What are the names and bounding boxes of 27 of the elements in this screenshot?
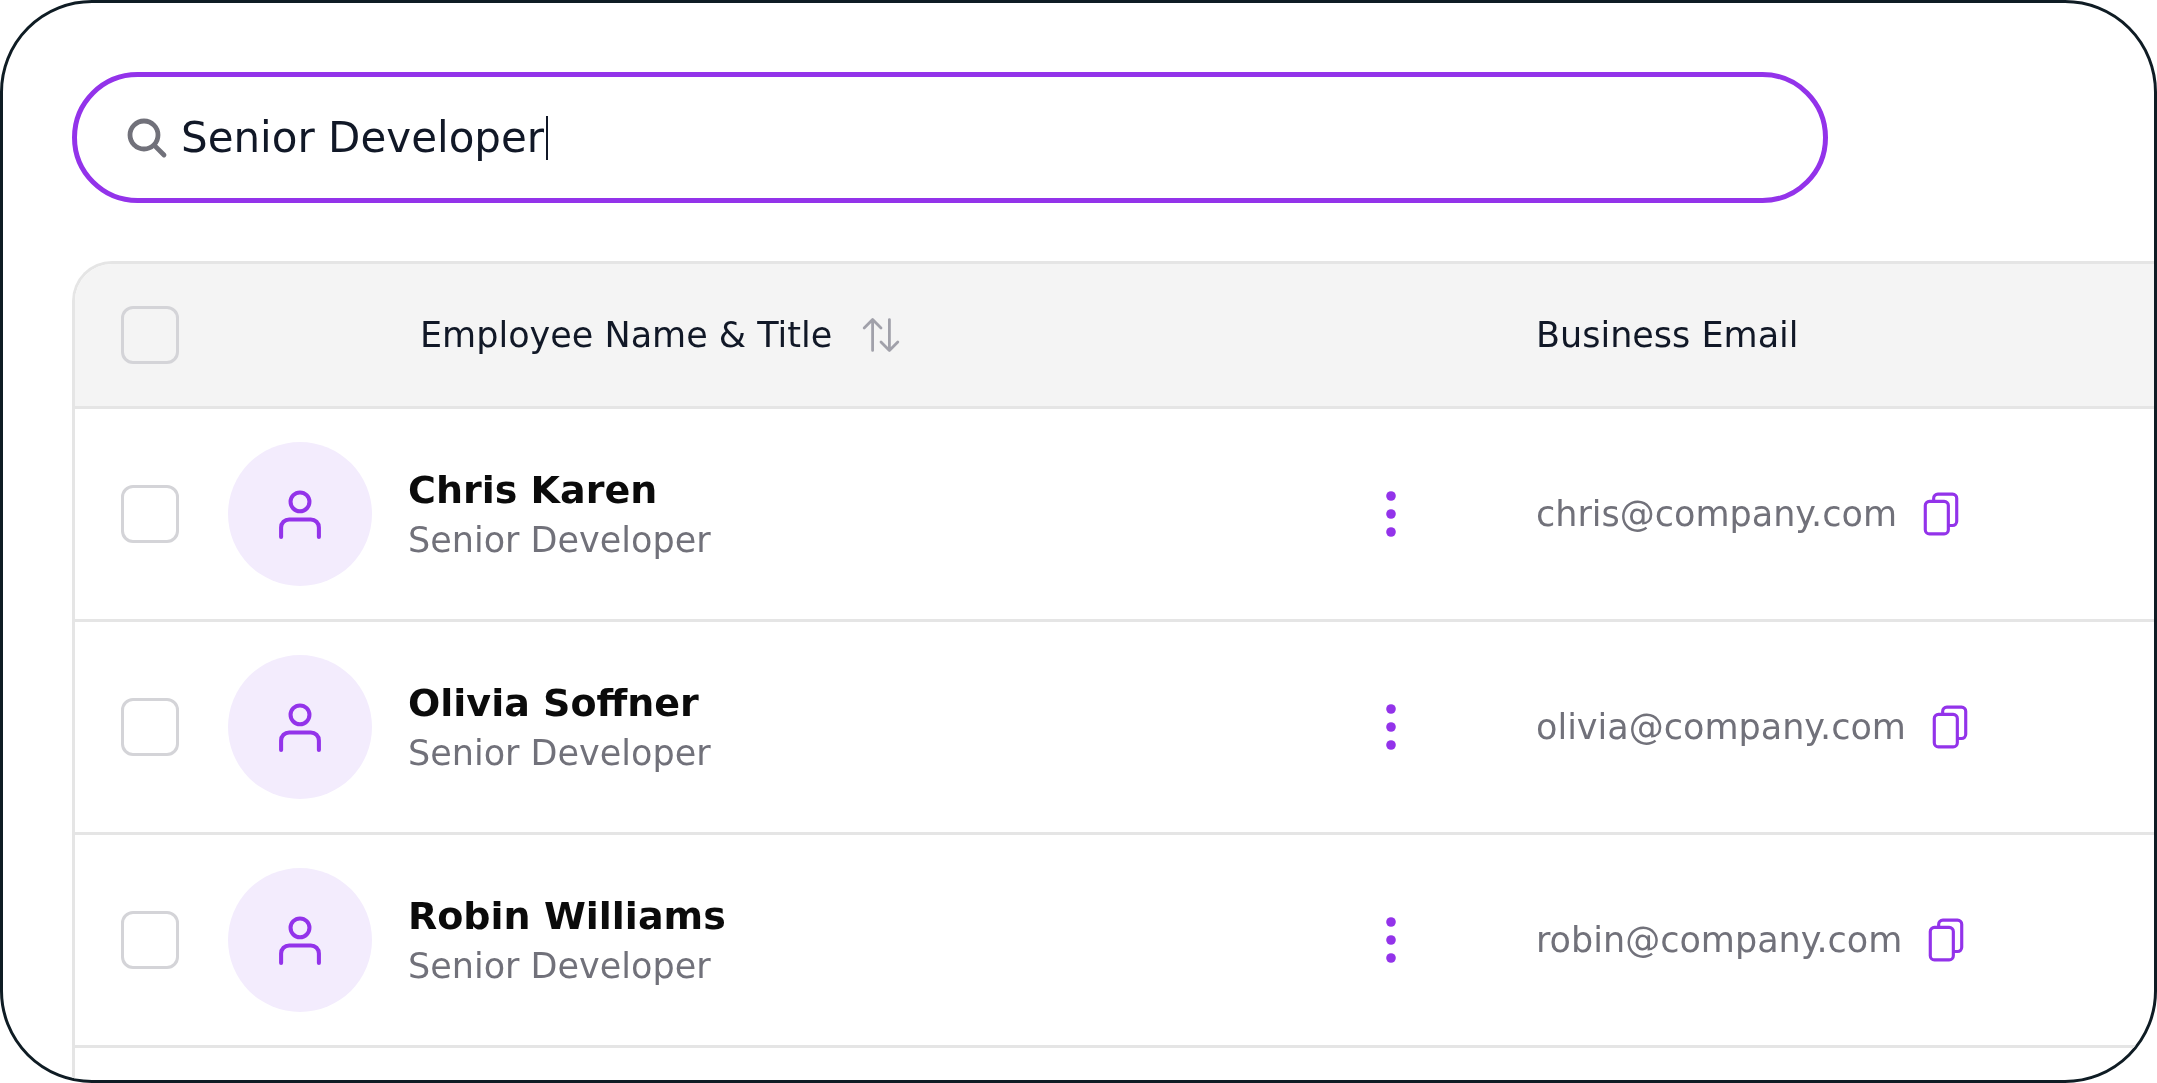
more-icon xyxy=(1385,703,1397,751)
employee-name: Olivia Soffner xyxy=(408,681,700,725)
more-icon xyxy=(1385,916,1397,964)
email-text: robin@company.com xyxy=(1536,920,1903,960)
copy-button[interactable] xyxy=(1923,492,1959,536)
search-field[interactable]: Senior Developer xyxy=(72,72,1828,203)
text-cursor xyxy=(546,115,549,160)
email-text: chris@company.com xyxy=(1536,494,1897,534)
column-header[interactable]: Employee Name & Title xyxy=(420,314,903,356)
copy-icon xyxy=(1931,705,1968,749)
employee-name: Chris Karen xyxy=(408,468,659,512)
email-text: olivia@company.com xyxy=(1536,707,1906,747)
employee-name: Robin Williams xyxy=(408,894,727,938)
checkbox[interactable] xyxy=(121,698,179,756)
job-title: Senior Developer xyxy=(408,946,712,986)
job-title: Senior Developer xyxy=(408,733,712,773)
copy-button[interactable] xyxy=(1928,918,1965,962)
copy-button[interactable] xyxy=(1931,705,1968,749)
checkbox[interactable] xyxy=(121,485,179,543)
checkbox[interactable] xyxy=(121,306,179,364)
search-text: Senior Developer xyxy=(181,113,545,162)
copy-icon xyxy=(1923,492,1959,536)
column-header[interactable]: Business Email xyxy=(1536,315,1799,355)
copy-icon xyxy=(1928,918,1965,962)
job-title: Senior Developer xyxy=(408,520,712,560)
more-icon xyxy=(1385,490,1397,538)
checkbox[interactable] xyxy=(121,911,179,969)
